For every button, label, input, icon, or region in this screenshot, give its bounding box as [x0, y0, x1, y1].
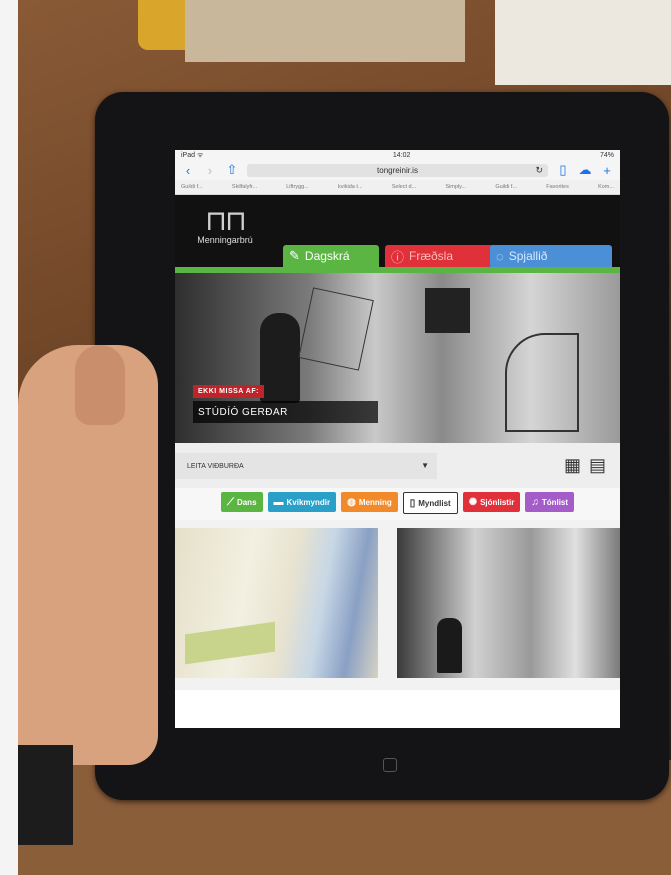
new-tab-icon[interactable]: +: [600, 163, 614, 178]
tab-dagskra[interactable]: ✎ Dagskrá: [283, 245, 379, 267]
reload-icon[interactable]: ↻: [535, 165, 543, 176]
bridge-logo-icon: ⊓⊓: [205, 205, 247, 236]
event-grid: [175, 520, 620, 690]
status-bar: iPad ᯤ 14:02 74%: [175, 150, 620, 160]
wristwatch: [18, 745, 73, 845]
category-menning-button[interactable]: ◍ Menning: [341, 492, 398, 512]
dropdown-arrow-icon: ▼: [421, 461, 429, 470]
favorites-bar: Guildi f... Skilfalyfr... Liftrygg... kv…: [175, 180, 620, 195]
favorite-item[interactable]: Simply...: [445, 184, 466, 190]
splash-icon: ✺: [468, 496, 478, 508]
category-sjonlistir-button[interactable]: ✺ Sjónlistir: [462, 492, 521, 512]
battery: 74%: [599, 151, 614, 159]
hero-badge: EKKI MISSA AF:: [193, 385, 264, 398]
canvas-icon: ▯: [409, 497, 416, 509]
hero-caption[interactable]: STÚDÍÓ GERÐAR: [193, 401, 378, 423]
category-dans-button[interactable]: ⟋ Dans: [220, 492, 263, 512]
hero-sculpture: [505, 333, 579, 432]
hero-banner[interactable]: EKKI MISSA AF: STÚDÍÓ GERÐAR: [175, 273, 620, 443]
pencil-icon: ✎: [289, 248, 300, 263]
hero-sculpture: [425, 288, 470, 333]
search-row: LEITA VIÐBURÐA ▼ ▦ ▤: [175, 443, 620, 488]
film-icon: ▬: [273, 496, 284, 508]
share-icon[interactable]: ⇧: [225, 162, 239, 178]
search-label: LEITA VIÐBURÐA: [187, 462, 244, 470]
category-filters: ⟋ Dans ▬ Kvikmyndir ◍ Menning ▯ Myndlist ✺ Sj…: [175, 488, 620, 520]
painting-detail: [185, 621, 275, 665]
photo-figure: [437, 618, 462, 673]
wall: [495, 0, 671, 85]
home-button[interactable]: [383, 758, 397, 772]
category-label: Dans: [236, 497, 257, 507]
hero-figure: [260, 313, 300, 403]
info-icon: ⓘ: [391, 249, 405, 265]
calendar-view-icon[interactable]: ▤: [589, 455, 606, 476]
device-label: iPad ᯤ: [181, 151, 204, 159]
favorite-item[interactable]: Guildi f...: [495, 184, 517, 190]
category-label: Myndlist: [418, 498, 451, 508]
category-tonlist-button[interactable]: ♫ Tónlist: [525, 492, 575, 512]
cloud-icon[interactable]: ☁: [578, 162, 592, 178]
favorite-item[interactable]: kvikida t...: [338, 184, 362, 190]
category-myndlist-button[interactable]: ▯ Myndlist: [402, 492, 458, 514]
category-kvikmyndir-button[interactable]: ▬ Kvikmyndir: [267, 492, 337, 512]
category-label: Sjónlistir: [480, 497, 515, 507]
chat-icon: ◌: [496, 248, 504, 264]
favorite-item[interactable]: Favorites: [546, 184, 569, 190]
shelf: [185, 0, 465, 62]
grid-view-icon[interactable]: ▦: [564, 455, 581, 476]
tab-label: Spjallið: [508, 249, 548, 263]
tab-label: Fræðsla: [409, 249, 454, 263]
favorite-item[interactable]: Skilfalyfr...: [232, 184, 257, 190]
forward-icon[interactable]: ›: [203, 163, 217, 178]
logo-text: Menningarbrú: [197, 235, 253, 245]
hero-sculpture: [298, 287, 374, 371]
category-label: Tónlist: [541, 497, 569, 507]
tab-label: Dagskrá: [304, 249, 350, 263]
url-text: tongreinir.is: [377, 165, 418, 175]
event-thumbnail[interactable]: [397, 528, 620, 678]
address-bar[interactable]: tongreinir.is ↻: [247, 163, 548, 177]
back-icon[interactable]: ‹: [181, 163, 195, 178]
thumb: [75, 345, 125, 425]
music-note-icon: ♫: [531, 496, 539, 508]
favorite-item[interactable]: Kom...: [598, 184, 614, 190]
view-switcher: ▦ ▤: [564, 455, 606, 476]
bookmarks-icon[interactable]: ▯: [556, 162, 570, 178]
tab-spjallid[interactable]: ◌ Spjallið: [490, 245, 612, 267]
site-header: ⊓⊓ Menningarbrú ✎ Dagskrá ⓘ Fræðsla ◌ Sp…: [175, 195, 620, 273]
category-label: Kvikmyndir: [286, 497, 331, 507]
site-logo[interactable]: ⊓⊓ Menningarbrú: [190, 205, 260, 246]
browser-toolbar: ‹ › ⇧ tongreinir.is ↻ ▯ ☁ +: [175, 160, 620, 180]
favorite-item[interactable]: Select d...: [392, 184, 416, 190]
tab-fraedsla[interactable]: ⓘ Fræðsla: [385, 245, 495, 267]
ipad-screen: iPad ᯤ 14:02 74% ‹ › ⇧ tongreinir.is ↻ ▯…: [175, 150, 620, 728]
clock: 14:02: [392, 151, 411, 159]
event-thumbnail[interactable]: [175, 528, 378, 678]
category-label: Menning: [358, 497, 392, 507]
search-events-dropdown[interactable]: LEITA VIÐBURÐA ▼: [175, 453, 437, 479]
dance-icon: ⟋: [226, 496, 234, 508]
favorite-item[interactable]: Guildi f...: [181, 184, 203, 190]
favorite-item[interactable]: Liftrygg...: [286, 184, 309, 190]
globe-icon: ◍: [347, 496, 356, 508]
